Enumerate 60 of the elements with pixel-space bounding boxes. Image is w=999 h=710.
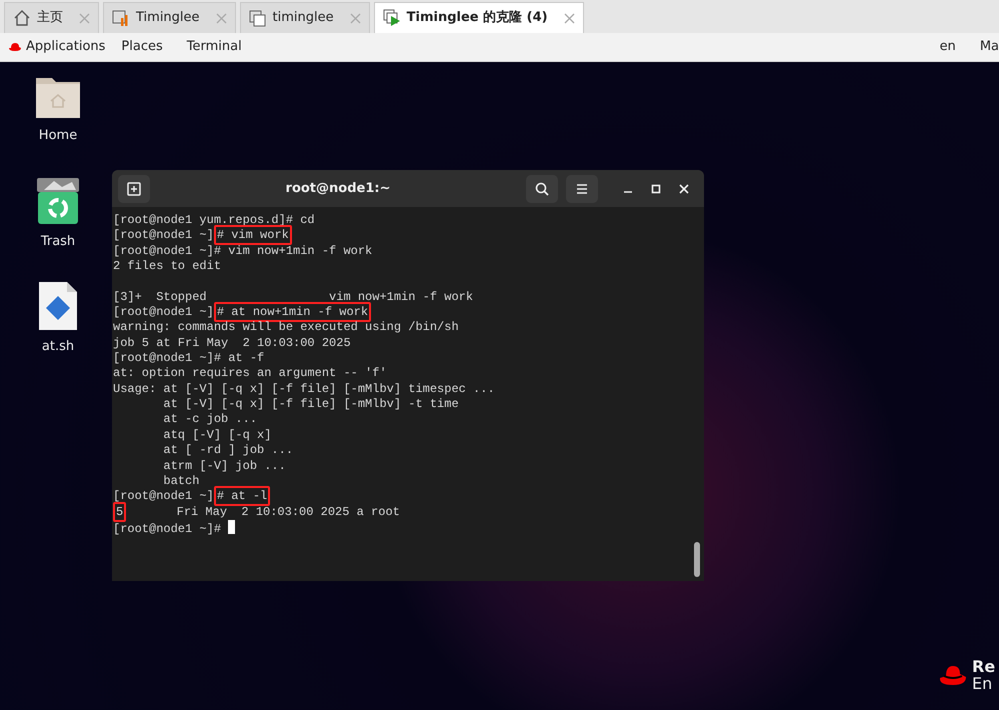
brand-text: Re [972,658,996,675]
browser-tab[interactable]: Timinglee 的克隆 (4) [374,2,584,33]
terminal-text: [3]+ Stopped vim now+1min -f work [113,290,474,304]
brand-text: En [972,675,994,692]
terminal-text: at [-V] [-q x] [-f file] [-mMlbv] -t time [162,397,459,412]
bar-chart-icon [112,9,130,27]
terminal-text: warning: commands will be executed using /bin/sh [113,320,459,334]
menu-item[interactable]: Terminal [186,37,242,57]
icon-label[interactable]: Trash [40,232,76,251]
terminal-text: [root@node1 ~]# [113,522,222,536]
menu-item[interactable]: Applications [26,37,106,57]
maximize-icon[interactable] [650,182,662,194]
menu-item[interactable]: Places [121,37,163,57]
terminal-text: [root@node1 ~]# vim now+1min -f work [113,244,372,258]
browser-tab[interactable]: 主页 [4,2,99,33]
scrollbar-thumb[interactable] [694,542,700,577]
terminal-text: at: option requires an argument -- 'f' [113,366,387,380]
new-tab-button[interactable] [118,174,150,202]
highlighted-text: 5 [113,502,126,522]
keyboard-layout[interactable]: en [940,37,956,57]
terminal-text: job 5 at Fri May 2 10:03:00 2025 [113,336,351,350]
tab-label: Timinglee [136,9,200,28]
tab-label: timinglee [272,9,334,28]
highlighted-text: # at now+1min -f work [214,302,372,322]
search-button[interactable] [526,174,558,202]
hat-logo-icon [938,664,968,686]
panel-menu[interactable]: Ma [980,37,999,57]
terminal-text: [root@node1 ~] [113,489,214,504]
terminal-text: Fri May 2 10:03:00 2025 a root [176,504,400,519]
terminal-text: [root@node1 ~]# at -f [113,351,264,366]
menu-icon[interactable] [576,182,588,194]
highlighted-text: # vim work [214,225,292,246]
highlighted-text: # at -l [214,486,270,506]
search-icon[interactable] [535,182,549,196]
terminal-text: at -c job ... [162,412,258,426]
terminal-text: atrm [-V] job ... [162,458,286,472]
tab-label: Timinglee 的克隆 (4) [406,9,548,28]
icon-label[interactable]: at.sh [42,337,74,356]
document-icon[interactable] [38,281,78,331]
terminal-text: [root@node1 yum.repos.d]# cd [113,213,315,227]
terminal-text: [root@node1 ~] [113,228,214,242]
terminal-text: at [ -rd ] job ... [162,443,294,458]
windows-icon [248,9,267,27]
tab-label: 主页 [37,9,63,28]
add-tab-icon[interactable] [127,182,141,196]
window-title: root@node1:~ [284,180,392,198]
hat-icon [8,42,22,52]
terminal-text: Usage: at [-V] [-q x] [-f file] [-mMlbv] timespec ... [113,382,495,396]
menu-button[interactable] [566,174,598,202]
terminal-text: atq [-V] [-q x] [162,428,272,442]
close-icon[interactable] [678,182,690,194]
icon-label[interactable]: Home [38,126,78,146]
browser-tab[interactable]: timinglee [240,2,370,33]
play-windows-icon [382,9,401,27]
browser-tab[interactable]: Timinglee [103,2,236,33]
trash-icon[interactable] [36,176,80,226]
terminal-text: batch [162,474,200,488]
terminal-text: [root@node1 ~] [113,305,214,320]
home-icon [13,9,31,27]
terminal-text: 2 files to edit [113,259,222,274]
